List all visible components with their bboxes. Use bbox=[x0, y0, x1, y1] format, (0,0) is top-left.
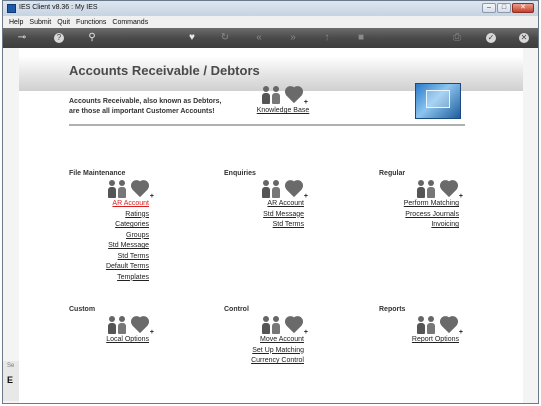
section-title-custom: Custom bbox=[69, 306, 96, 313]
link-std-message[interactable]: Std Message bbox=[106, 241, 149, 252]
section-title-regular: Regular bbox=[379, 170, 406, 177]
people-icon bbox=[107, 316, 129, 334]
link-default-terms[interactable]: Default Terms bbox=[106, 262, 149, 273]
reports-icon[interactable]: + bbox=[416, 314, 463, 336]
knowledge-base[interactable]: + Knowledge Base bbox=[253, 84, 313, 117]
status-text-bottom: E bbox=[7, 375, 14, 385]
regular-links: Perform Matching Process Journals Invoic… bbox=[404, 199, 459, 231]
link-set-up-matching[interactable]: Set Up Matching bbox=[251, 346, 304, 357]
close-button[interactable]: ✕ bbox=[512, 3, 534, 13]
main-canvas: Accounts Receivable / Debtors Accounts R… bbox=[19, 48, 523, 403]
link-process-journals[interactable]: Process Journals bbox=[404, 210, 459, 221]
control-icon[interactable]: + bbox=[261, 314, 308, 336]
link-ratings[interactable]: Ratings bbox=[106, 210, 149, 221]
control-links: Move Account Set Up Matching Currency Co… bbox=[251, 335, 304, 367]
file-maintenance-icon[interactable]: + bbox=[107, 178, 154, 200]
people-icon bbox=[416, 180, 438, 198]
people-icon bbox=[416, 316, 438, 334]
stop-icon[interactable]: ■ bbox=[355, 32, 367, 44]
enquiries-links: AR Account Std Message Std Terms bbox=[263, 199, 304, 231]
section-title-file-maintenance: File Maintenance bbox=[69, 170, 126, 177]
enquiries-icon[interactable]: + bbox=[261, 178, 308, 200]
link-ar-account[interactable]: AR Account bbox=[106, 199, 149, 210]
heart-plus-icon: + bbox=[438, 316, 463, 336]
regular-icon[interactable]: + bbox=[416, 178, 463, 200]
intro-text: Accounts Receivable, also known as Debto… bbox=[69, 97, 222, 117]
knowledge-base-link[interactable]: Knowledge Base bbox=[253, 106, 313, 117]
menu-help[interactable]: Help bbox=[9, 19, 23, 26]
heart-plus-icon: + bbox=[438, 180, 463, 200]
link-move-account[interactable]: Move Account bbox=[251, 335, 304, 346]
minimize-button[interactable]: – bbox=[482, 3, 496, 13]
section-title-enquiries: Enquiries bbox=[224, 170, 256, 177]
search-icon[interactable]: ⚲ bbox=[86, 32, 98, 44]
heart-plus-icon: + bbox=[129, 316, 154, 336]
people-icon bbox=[261, 316, 283, 334]
status-text-top: Se bbox=[7, 363, 15, 369]
link-enquiry-std-terms[interactable]: Std Terms bbox=[263, 220, 304, 231]
menu-bar: Help Submit Quit Functions Commands bbox=[3, 16, 538, 28]
link-enquiry-ar-account[interactable]: AR Account bbox=[263, 199, 304, 210]
toolbar: ⊸ ? ⚲ ♥ ↻ « » ↑ ■ ⎙ ✓ ✕ bbox=[3, 28, 538, 48]
divider bbox=[69, 124, 465, 126]
section-title-control: Control bbox=[224, 306, 249, 313]
monitor-icon bbox=[415, 83, 461, 119]
heart-plus-icon: + bbox=[129, 180, 154, 200]
maximize-button[interactable]: □ bbox=[497, 3, 511, 13]
link-enquiry-std-message[interactable]: Std Message bbox=[263, 210, 304, 221]
menu-submit[interactable]: Submit bbox=[29, 19, 51, 26]
intro-line-1: Accounts Receivable, also known as Debto… bbox=[69, 98, 222, 105]
window-title: IES Client v8.36 : My IES bbox=[19, 4, 98, 11]
menu-functions[interactable]: Functions bbox=[76, 19, 106, 26]
link-currency-control[interactable]: Currency Control bbox=[251, 356, 304, 367]
reports-links: Report Options bbox=[412, 335, 459, 346]
intro-line-2: are those all important Customer Account… bbox=[69, 108, 215, 115]
page-title: Accounts Receivable / Debtors bbox=[69, 63, 260, 78]
cancel-icon[interactable]: ✕ bbox=[519, 33, 529, 43]
custom-links: Local Options bbox=[106, 335, 149, 346]
link-templates[interactable]: Templates bbox=[106, 273, 149, 284]
link-perform-matching[interactable]: Perform Matching bbox=[404, 199, 459, 210]
heart-icon[interactable]: ♥ bbox=[186, 32, 198, 44]
print-icon[interactable]: ⎙ bbox=[451, 32, 463, 44]
rewind-icon[interactable]: « bbox=[253, 32, 265, 44]
app-icon bbox=[7, 4, 16, 13]
heart-plus-icon: + bbox=[283, 180, 308, 200]
refresh-icon[interactable]: ↻ bbox=[219, 32, 231, 44]
title-bar: IES Client v8.36 : My IES – □ ✕ bbox=[3, 1, 538, 16]
side-status-strip: Se E bbox=[3, 361, 19, 401]
link-std-terms[interactable]: Std Terms bbox=[106, 252, 149, 263]
link-groups[interactable]: Groups bbox=[106, 231, 149, 242]
link-categories[interactable]: Categories bbox=[106, 220, 149, 231]
heart-plus-icon: + bbox=[283, 86, 308, 106]
key-icon[interactable]: ⊸ bbox=[11, 32, 33, 44]
menu-commands[interactable]: Commands bbox=[112, 19, 148, 26]
people-icon bbox=[107, 180, 129, 198]
section-title-reports: Reports bbox=[379, 306, 406, 313]
help-icon[interactable]: ? bbox=[54, 33, 64, 43]
heart-plus-icon: + bbox=[283, 316, 308, 336]
knowledge-base-icon[interactable]: + bbox=[261, 84, 308, 106]
link-report-options[interactable]: Report Options bbox=[412, 335, 459, 346]
people-icon bbox=[261, 86, 283, 104]
app-window: IES Client v8.36 : My IES – □ ✕ Help Sub… bbox=[2, 0, 539, 404]
ok-icon[interactable]: ✓ bbox=[486, 33, 496, 43]
menu-quit[interactable]: Quit bbox=[57, 19, 70, 26]
upload-icon[interactable]: ↑ bbox=[321, 32, 333, 44]
fast-forward-icon[interactable]: » bbox=[287, 32, 299, 44]
link-local-options[interactable]: Local Options bbox=[106, 335, 149, 346]
file-maintenance-links: AR Account Ratings Categories Groups Std… bbox=[106, 199, 149, 283]
people-icon bbox=[261, 180, 283, 198]
link-invoicing[interactable]: Invoicing bbox=[404, 220, 459, 231]
custom-icon[interactable]: + bbox=[107, 314, 154, 336]
